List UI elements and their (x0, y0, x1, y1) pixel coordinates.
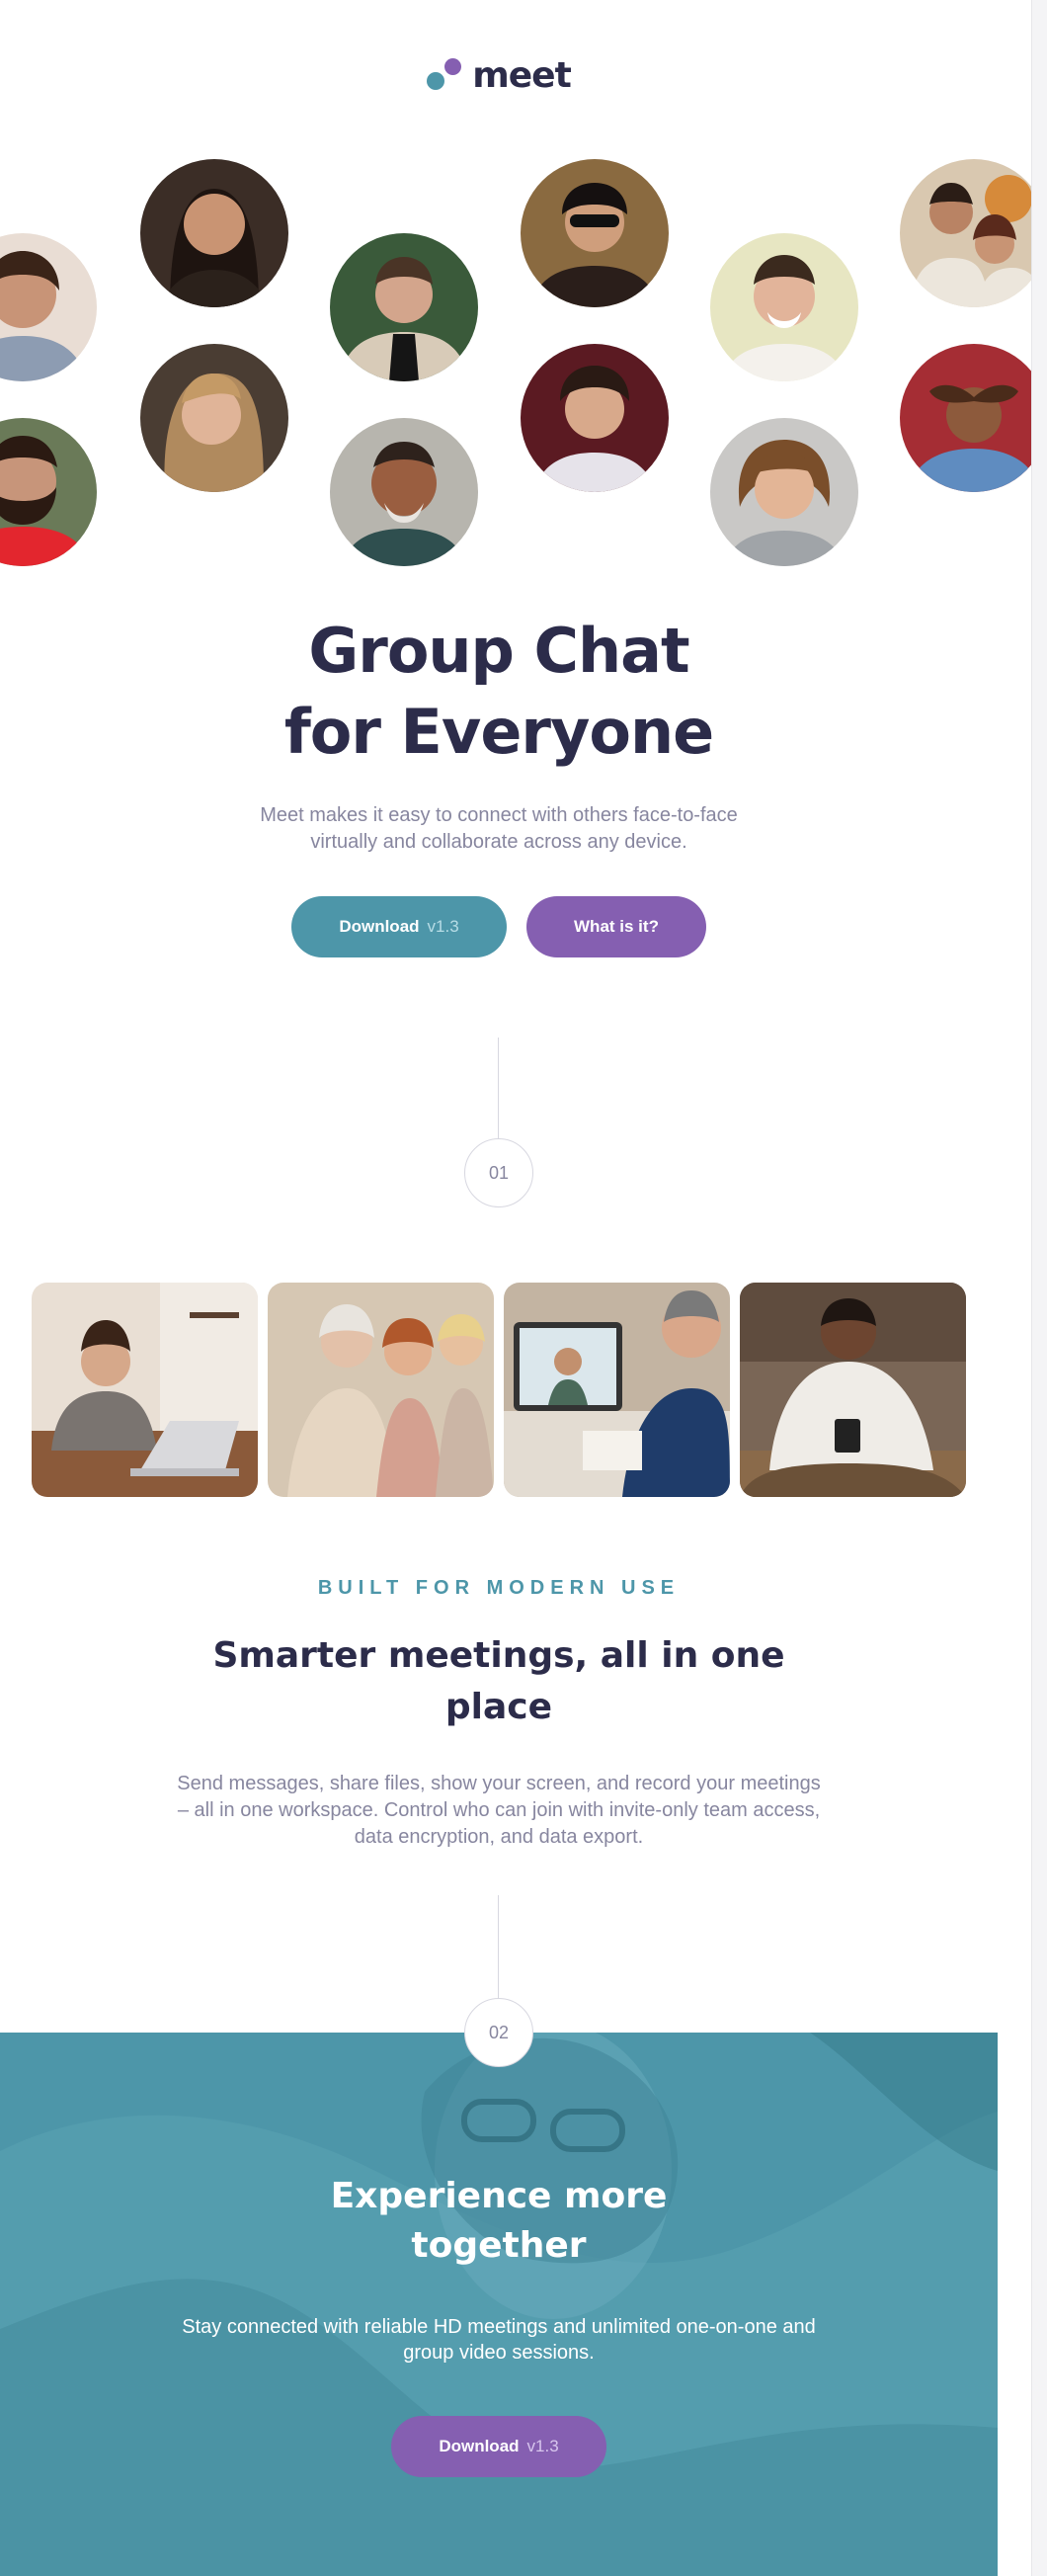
download-button[interactable]: Download v1.3 (291, 896, 507, 957)
download-version: v1.3 (427, 917, 459, 936)
step-number-badge: 01 (464, 1138, 533, 1207)
experience-title-line2: together (411, 2225, 587, 2266)
logo-text: meet (472, 55, 572, 96)
avatar (521, 159, 669, 307)
logo-mark-icon (427, 56, 462, 96)
women-phone-photo (268, 1283, 494, 1497)
avatar (710, 233, 858, 381)
experience-title-line1: Experience more (330, 2176, 668, 2216)
experience-title: Experience more together (0, 2172, 998, 2271)
avatar (140, 344, 288, 492)
section-title-line2: place (444, 1687, 553, 1727)
avatar (900, 159, 1047, 307)
download-version: v1.3 (526, 2437, 559, 2455)
man-phone-photo (740, 1283, 966, 1497)
section-title-line1: Smarter meetings, all in one (212, 1635, 785, 1676)
divider-line (498, 1038, 499, 1140)
avatar (0, 418, 97, 566)
experience-section (0, 2033, 998, 2576)
divider-line (498, 1895, 499, 2000)
download-button-label: Download (339, 917, 420, 936)
man-video-call-photo (504, 1283, 730, 1497)
step-number: 02 (488, 2022, 510, 2042)
avatar (330, 233, 478, 381)
hero-title-line2: for Everyone (283, 696, 714, 768)
hero-subtitle: Meet makes it easy to connect with other… (260, 804, 738, 853)
avatar (330, 418, 478, 566)
avatar (900, 344, 1047, 492)
avatar (0, 233, 97, 381)
what-is-it-label: What is it? (574, 917, 659, 936)
download-button-label: Download (439, 2437, 520, 2455)
woman-laptop-photo (32, 1283, 258, 1497)
avatar (140, 159, 288, 307)
section-eyebrow: BUILT FOR MODERN USE (317, 1577, 681, 1599)
what-is-it-button[interactable]: What is it? (526, 896, 706, 957)
hero-title: Group Chat for Everyone (0, 611, 998, 773)
hero-title-line1: Group Chat (308, 615, 689, 687)
scrollbar[interactable] (1031, 0, 1047, 2576)
step-number: 01 (488, 1162, 510, 1183)
background-photo (0, 2033, 998, 2576)
experience-body: Stay connected with reliable HD meetings… (182, 2316, 816, 2364)
avatar (710, 418, 858, 566)
logo[interactable]: meet (0, 55, 998, 96)
step-number-badge: 02 (464, 1998, 533, 2067)
avatar (521, 344, 669, 492)
download-button-bottom[interactable]: Download v1.3 (391, 2416, 606, 2477)
section-title: Smarter meetings, all in one place (0, 1630, 998, 1733)
section-body: Send messages, share files, show your sc… (177, 1773, 821, 1848)
